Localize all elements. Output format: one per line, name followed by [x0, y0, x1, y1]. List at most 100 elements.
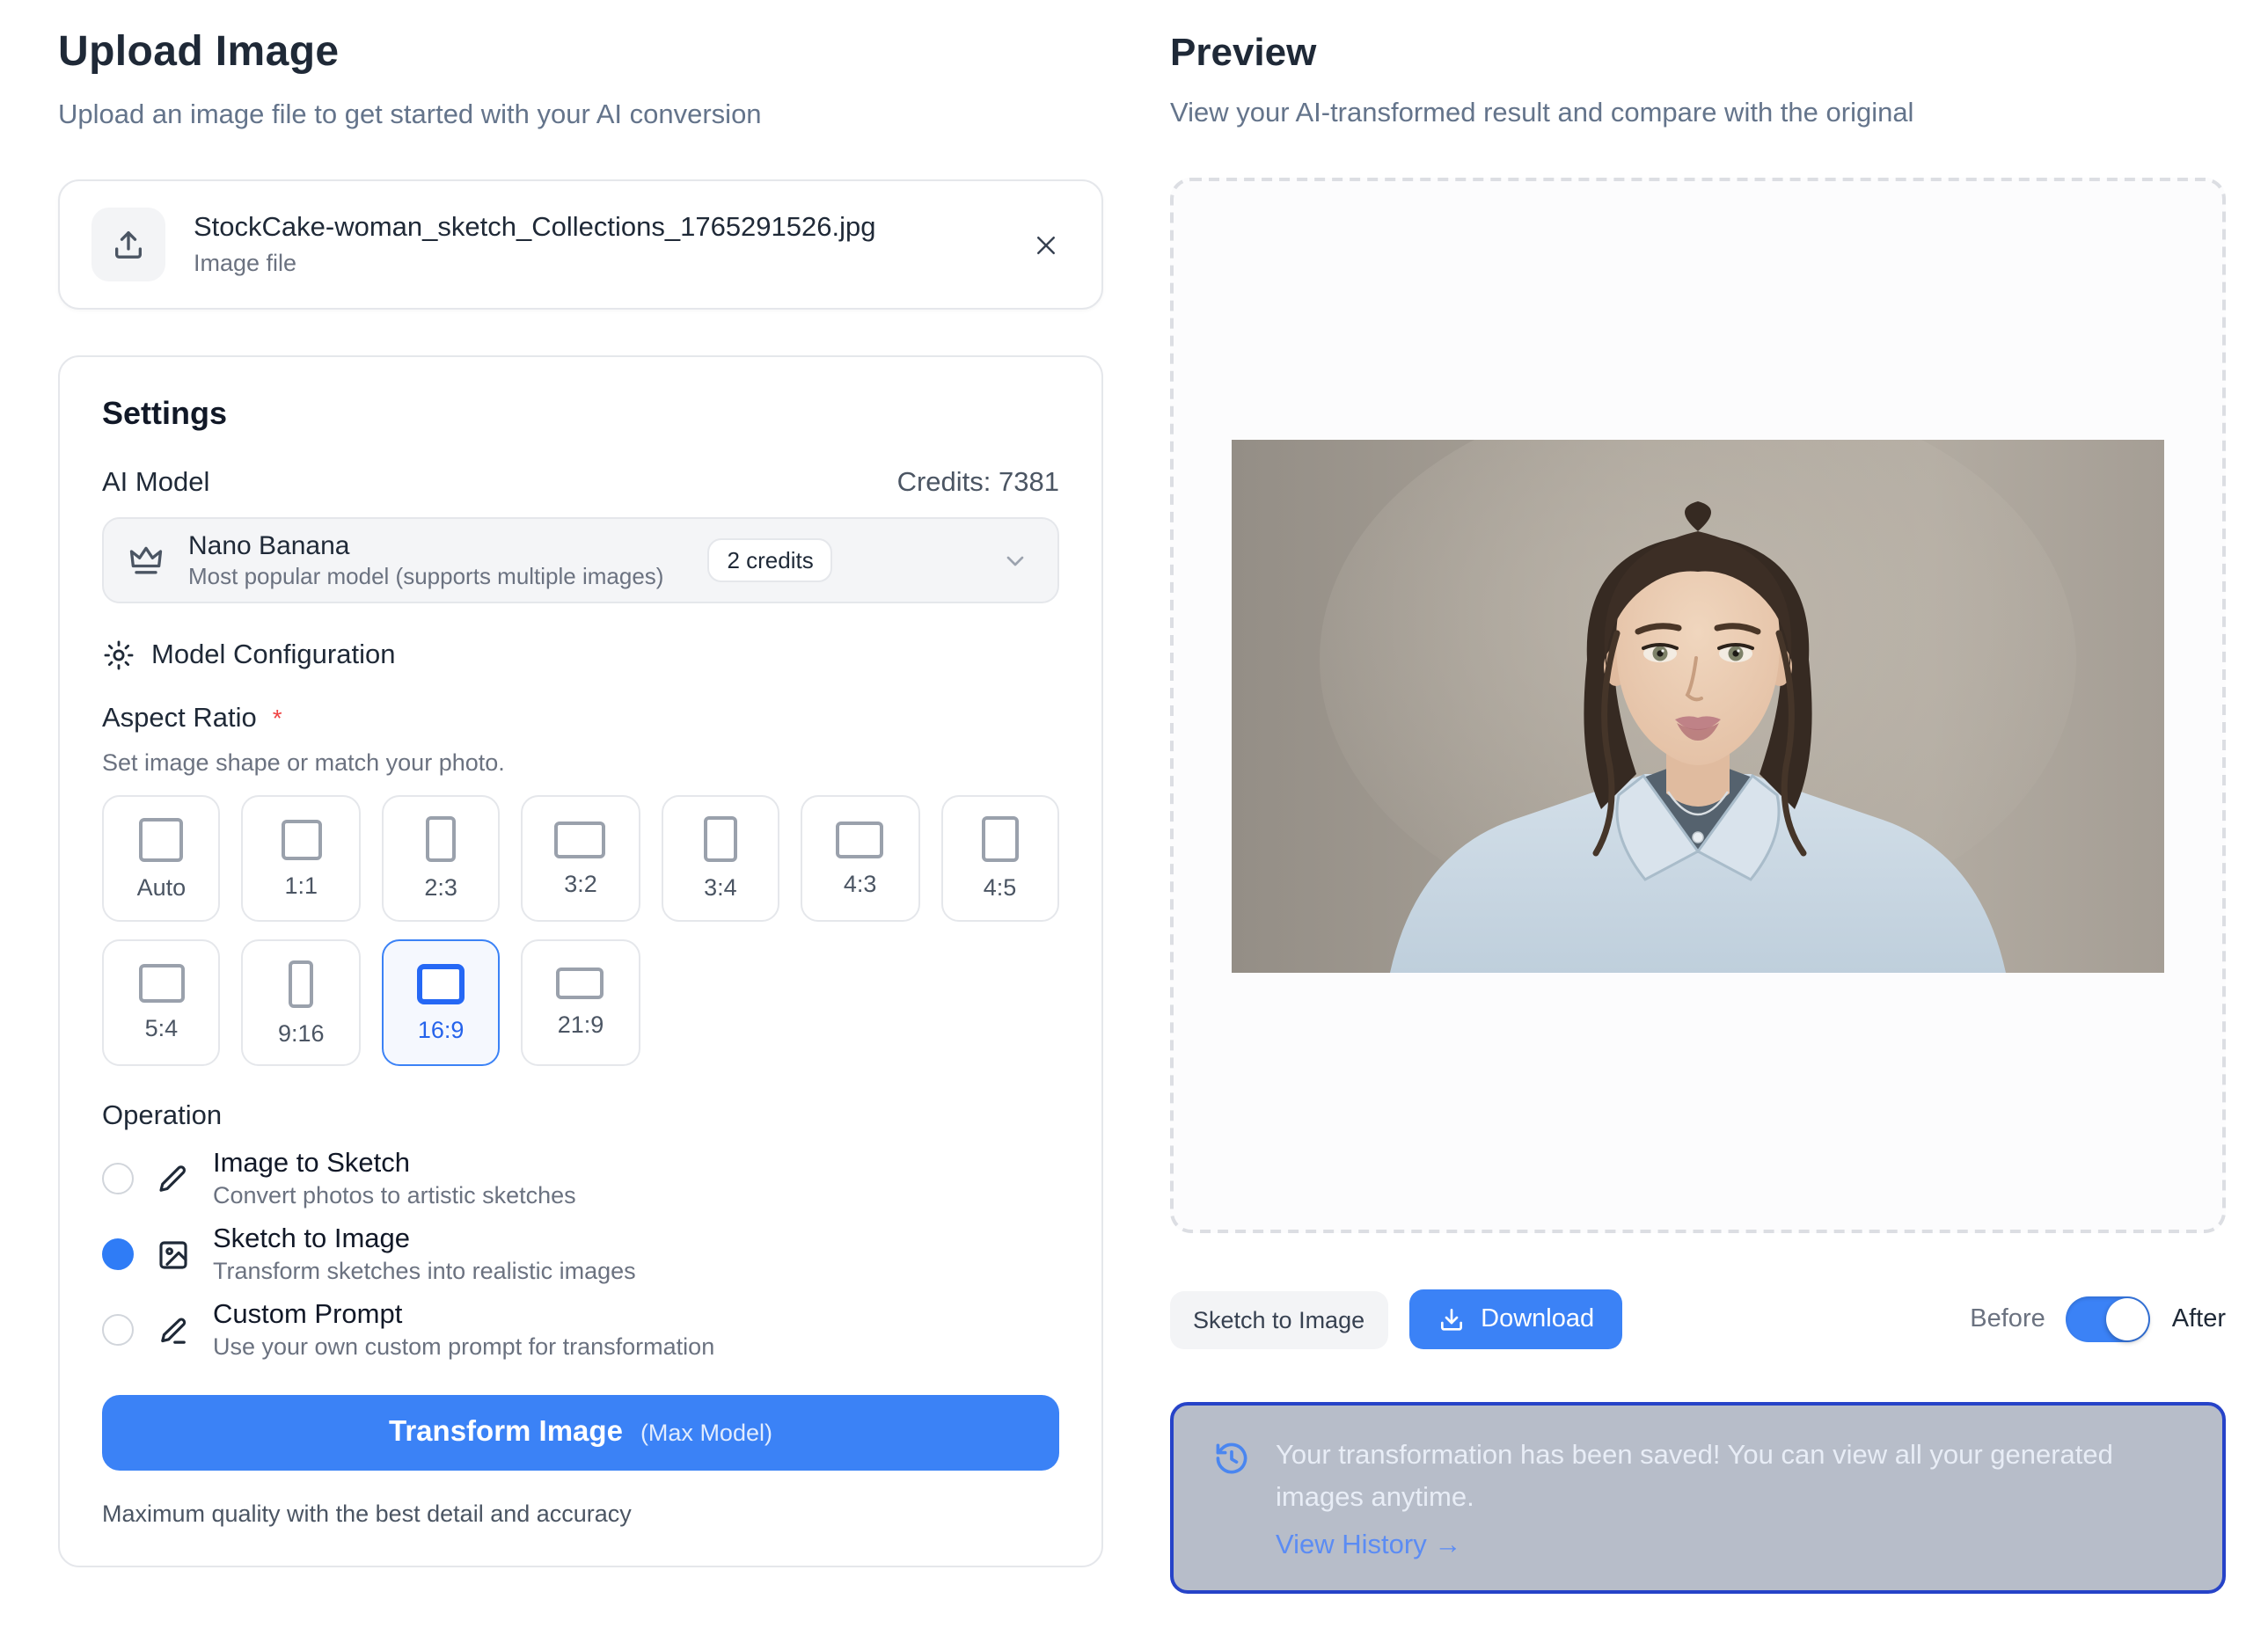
ratio-shape-icon [289, 960, 313, 1007]
ratio-shape-icon [555, 821, 606, 858]
transform-label: Transform Image [389, 1416, 623, 1449]
after-label: After [2172, 1305, 2226, 1333]
ratio-option-3-4[interactable]: 3:4 [661, 795, 779, 922]
aspect-ratio-hint: Set image shape or match your photo. [102, 749, 1059, 776]
uploaded-file-card: StockCake-woman_sketch_Collections_17652… [58, 179, 1103, 310]
ratio-shape-icon [557, 968, 604, 999]
upload-icon [91, 208, 165, 281]
ratio-label: Auto [137, 873, 187, 900]
file-name: StockCake-woman_sketch_Collections_17652… [194, 213, 876, 245]
ratio-shape-icon [837, 821, 884, 858]
ratio-shape-icon [982, 816, 1019, 862]
operation-description: Convert photos to artistic sketches [213, 1182, 576, 1209]
ratio-option-4-3[interactable]: 4:3 [801, 795, 919, 922]
model-name: Nano Banana [188, 531, 663, 561]
ratio-label: 9:16 [278, 1019, 325, 1046]
ratio-shape-icon [426, 816, 456, 862]
ratio-option-2-3[interactable]: 2:3 [382, 795, 501, 922]
ratio-label: 3:2 [564, 870, 597, 896]
settings-card: Settings AI Model Credits: 7381 Nano Ban… [58, 355, 1103, 1567]
close-icon [1032, 231, 1058, 258]
before-label: Before [1970, 1305, 2045, 1333]
transform-sublabel: (Max Model) [640, 1420, 772, 1446]
operation-mode-badge: Sketch to Image [1170, 1290, 1387, 1348]
ratio-option-5-4[interactable]: 5:4 [102, 939, 221, 1066]
history-clock-icon [1212, 1439, 1251, 1562]
ratio-option-auto[interactable]: Auto [102, 795, 221, 922]
ratio-label: 4:3 [844, 870, 877, 896]
operation-label: Operation [102, 1101, 1059, 1133]
ratio-option-21-9[interactable]: 21:9 [522, 939, 640, 1066]
ai-model-label: AI Model [102, 468, 209, 500]
model-configuration-label: Model Configuration [151, 639, 395, 671]
download-label: Download [1481, 1305, 1594, 1333]
ratio-shape-icon [417, 963, 465, 1004]
view-history-link[interactable]: View History → [1276, 1530, 1461, 1562]
aspect-ratio-header: Aspect Ratio * [102, 704, 1059, 735]
download-button[interactable]: Download [1408, 1289, 1622, 1349]
preview-subtitle: View your AI-transformed result and comp… [1170, 99, 2226, 130]
aspect-ratio-label: Aspect Ratio [102, 704, 257, 735]
radio-unchecked[interactable] [102, 1163, 134, 1194]
before-after-toggle[interactable] [2067, 1296, 2151, 1342]
operation-title: Image to Sketch [213, 1149, 576, 1180]
operation-title: Custom Prompt [213, 1300, 714, 1332]
download-icon [1437, 1305, 1465, 1333]
pencil-icon [155, 1160, 192, 1197]
model-texts: Nano Banana Most popular model (supports… [188, 531, 663, 589]
credits-counter: Credits: 7381 [897, 468, 1059, 500]
result-image[interactable] [1232, 439, 2164, 972]
ratio-shape-icon [139, 817, 183, 861]
operation-image-to-sketch[interactable]: Image to Sketch Convert photos to artist… [102, 1149, 1059, 1209]
preview-dropzone [1170, 178, 2226, 1233]
quality-footnote: Maximum quality with the best detail and… [102, 1501, 1059, 1527]
saved-notification: Your transformation has been saved! You … [1170, 1402, 2226, 1594]
model-description: Most popular model (supports multiple im… [188, 563, 663, 589]
ratio-label: 16:9 [418, 1016, 465, 1042]
ratio-option-4-5[interactable]: 4:5 [940, 795, 1059, 922]
image-icon [155, 1236, 192, 1273]
radio-unchecked[interactable] [102, 1314, 134, 1346]
operation-sketch-to-image-selected[interactable]: Sketch to Image Transform sketches into … [102, 1224, 1059, 1284]
ratio-label: 2:3 [424, 874, 457, 901]
operation-description: Use your own custom prompt for transform… [213, 1333, 714, 1360]
ratio-option-9-16[interactable]: 9:16 [242, 939, 361, 1066]
preview-controls: Sketch to Image Download Before After [1170, 1289, 2226, 1349]
gear-icon [102, 639, 135, 672]
required-asterisk: * [273, 704, 282, 732]
notification-message: Your transformation has been saved! You … [1276, 1435, 2184, 1520]
ai-model-row: AI Model Credits: 7381 [102, 468, 1059, 500]
model-configuration-toggle[interactable]: Model Configuration [102, 639, 1059, 672]
aspect-ratio-grid: Auto 1:1 2:3 3:2 3:4 [102, 795, 1059, 1066]
upload-subtitle: Upload an image file to get started with… [58, 100, 1103, 132]
ratio-shape-icon [281, 819, 321, 859]
upload-title: Upload Image [58, 28, 1103, 77]
model-select[interactable]: Nano Banana Most popular model (supports… [102, 517, 1059, 603]
file-meta: StockCake-woman_sketch_Collections_17652… [194, 213, 876, 276]
ratio-label: 1:1 [284, 872, 318, 898]
ratio-option-16-9-selected[interactable]: 16:9 [382, 939, 501, 1066]
toggle-knob[interactable] [2107, 1298, 2149, 1340]
ratio-option-1-1[interactable]: 1:1 [242, 795, 361, 922]
before-after-group: Before After [1970, 1296, 2226, 1342]
radio-checked[interactable] [102, 1238, 134, 1270]
model-cost-badge: 2 credits [707, 538, 832, 582]
pen-line-icon [155, 1311, 192, 1348]
chevron-down-icon [1001, 546, 1029, 574]
ratio-shape-icon [138, 964, 184, 1003]
ratio-option-3-2[interactable]: 3:2 [522, 795, 640, 922]
transform-image-button[interactable]: Transform Image (Max Model) [102, 1395, 1059, 1471]
upload-panel: Upload Image Upload an image file to get… [58, 0, 1103, 1567]
ratio-label: 4:5 [984, 874, 1017, 901]
crown-icon [127, 541, 165, 580]
operation-custom-prompt[interactable]: Custom Prompt Use your own custom prompt… [102, 1300, 1059, 1360]
operation-description: Transform sketches into realistic images [213, 1258, 636, 1284]
ratio-label: 3:4 [704, 874, 737, 901]
ratio-label: 5:4 [145, 1015, 179, 1041]
operation-title: Sketch to Image [213, 1224, 636, 1256]
preview-title: Preview [1170, 30, 2226, 76]
settings-title: Settings [102, 396, 1059, 433]
ratio-shape-icon [704, 816, 737, 862]
remove-file-button[interactable] [1021, 220, 1070, 269]
file-type-label: Image file [194, 250, 876, 276]
